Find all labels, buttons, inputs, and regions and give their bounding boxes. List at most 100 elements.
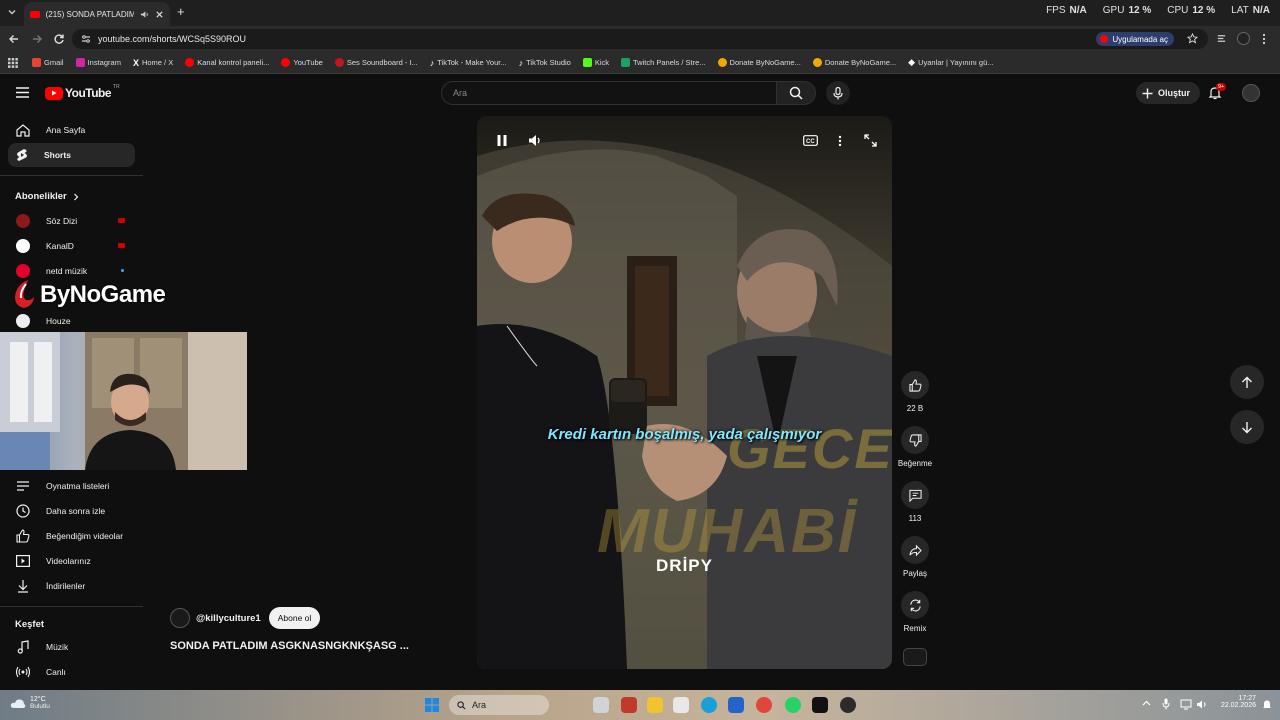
like-action[interactable]: 22 B: [900, 371, 930, 413]
taskbar-search[interactable]: Ara: [449, 695, 549, 715]
notepad-icon[interactable]: [673, 697, 689, 713]
notification-center-icon[interactable]: [1262, 699, 1272, 710]
sidebar-sub-soz-dizi[interactable]: Söz Dizi: [8, 209, 135, 233]
dislike-label: Beğenme: [897, 459, 933, 468]
previous-short-button[interactable]: [1230, 365, 1264, 399]
tab-list-chevron-icon[interactable]: [6, 6, 18, 18]
short-video-player[interactable]: GECE MUHABİ Kredi kartın boşalmış, yada …: [477, 116, 892, 669]
sidebar-item-live[interactable]: Canlı: [8, 660, 135, 684]
forward-icon[interactable]: [31, 33, 43, 45]
bookmark-alerts[interactable]: ◆ Uyanlar | Yayınını gü...: [902, 57, 999, 68]
comments-action[interactable]: 113: [900, 481, 930, 523]
tiktok-app-icon[interactable]: [812, 697, 828, 713]
chrome-icon[interactable]: [756, 697, 772, 713]
comments-button[interactable]: [901, 481, 929, 509]
bookmark-twitch-panels[interactable]: Twitch Panels / Stre...: [615, 58, 712, 67]
sidebar-item-your-videos[interactable]: Videolarınız: [8, 549, 135, 573]
bookmark-donate-1[interactable]: Donate ByNoGame...: [712, 58, 807, 67]
browser-menu-icon[interactable]: [1262, 33, 1266, 45]
mail-icon[interactable]: [728, 697, 744, 713]
subscribe-button[interactable]: Abone ol: [268, 607, 321, 629]
thumbs-up-icon: [908, 378, 922, 392]
channel-avatar[interactable]: [170, 608, 190, 628]
sidebar-item-home[interactable]: Ana Sayfa: [8, 118, 135, 142]
subscriptions-header[interactable]: Abonelikler: [15, 191, 79, 202]
speaker-icon[interactable]: [1196, 699, 1208, 710]
tab-audio-icon[interactable]: [140, 10, 149, 19]
address-bar[interactable]: youtube.com/shorts/WCSq5S90ROU Uygulamad…: [72, 29, 1208, 49]
shorts-icon: [16, 148, 28, 162]
tab-close-icon[interactable]: [155, 10, 164, 19]
pause-icon[interactable]: [496, 134, 508, 147]
youtube-logo[interactable]: YouTube TR: [45, 84, 120, 100]
sidebar-sub-kanald[interactable]: KanalD: [8, 234, 135, 258]
extensions-icon[interactable]: [1216, 33, 1227, 44]
tray-microphone-icon[interactable]: [1162, 698, 1170, 710]
sidebar-item-playlists[interactable]: Oynatma listeleri: [8, 474, 135, 498]
tray-chevron-icon[interactable]: [1142, 700, 1151, 706]
bookmark-kick[interactable]: Kick: [577, 58, 615, 67]
reload-icon[interactable]: [53, 33, 65, 45]
bookmark-channel-dashboard[interactable]: Kanal kontrol paneli...: [179, 58, 275, 67]
windows-start-icon[interactable]: [425, 698, 439, 712]
app-icon[interactable]: [621, 697, 637, 713]
like-button[interactable]: [901, 371, 929, 399]
edge-icon[interactable]: [701, 697, 717, 713]
sidebar-sub-houze[interactable]: Houze: [8, 309, 135, 333]
account-avatar[interactable]: [1242, 84, 1260, 102]
remix-button[interactable]: [901, 591, 929, 619]
weather-temp: 12°C: [30, 696, 46, 703]
create-button[interactable]: Oluştur: [1136, 82, 1201, 104]
next-short-button[interactable]: [1230, 410, 1264, 444]
channel-handle[interactable]: @killyculture1: [196, 613, 261, 624]
dislike-button[interactable]: [901, 426, 929, 454]
bookmark-tiktok[interactable]: ♪ TikTok - Make Your...: [424, 58, 513, 68]
captions-icon[interactable]: CC: [803, 135, 818, 146]
bookmark-tiktok-studio[interactable]: ♪ TikTok Studio: [513, 58, 577, 68]
sidebar-item-music[interactable]: Müzik: [8, 635, 135, 659]
live-indicator-icon: [118, 243, 125, 248]
search-button[interactable]: [776, 81, 816, 105]
site-info-icon[interactable]: [81, 34, 91, 44]
voice-search-button[interactable]: [826, 81, 850, 105]
whatsapp-icon[interactable]: [785, 697, 801, 713]
stat-gpu: GPU 12 %: [1102, 5, 1152, 16]
bookmark-gmail[interactable]: Gmail: [26, 58, 70, 67]
fullscreen-icon[interactable]: [864, 134, 877, 147]
obs-icon[interactable]: [840, 697, 856, 713]
tiktok-icon: ♪: [429, 57, 435, 68]
open-in-app-button[interactable]: Uygulamada aç: [1096, 32, 1174, 46]
bookmark-soundboard[interactable]: Ses Soundboard - I...: [329, 58, 424, 67]
sidebar-item-liked-videos[interactable]: Beğendiğim videolar: [8, 524, 135, 548]
hamburger-menu-icon[interactable]: [16, 87, 29, 98]
back-icon[interactable]: [8, 33, 20, 45]
bookmark-donate-2[interactable]: Donate ByNoGame...: [807, 58, 902, 67]
bookmark-youtube[interactable]: YouTube: [275, 58, 328, 67]
more-options-icon[interactable]: [838, 135, 842, 147]
network-icon[interactable]: [1180, 699, 1192, 710]
browser-tab-active[interactable]: (215) SONDA PATLADIM ASGKNASNGKNKŞASG: [24, 2, 170, 26]
profile-avatar[interactable]: [1237, 32, 1250, 45]
new-content-dot: [121, 269, 124, 272]
bookmark-instagram[interactable]: Instagram: [70, 58, 127, 67]
clock[interactable]: 17:27 22.02.2026: [1216, 695, 1256, 709]
bookmark-star-icon[interactable]: [1187, 33, 1198, 44]
notifications-bell-icon[interactable]: 9+: [1208, 83, 1227, 100]
short-title[interactable]: SONDA PATLADIM ASGKNASNGKNKŞASG ...: [170, 640, 409, 652]
sidebar-item-downloads[interactable]: İndirilenler: [8, 574, 135, 598]
bookmark-x[interactable]: X Home / X: [127, 58, 179, 68]
new-tab-button[interactable]: +: [177, 4, 185, 19]
dislike-action[interactable]: Beğenme: [898, 426, 932, 468]
search-input[interactable]: Ara: [441, 81, 777, 105]
sidebar-item-shorts[interactable]: Shorts: [8, 143, 135, 167]
share-action[interactable]: Paylaş: [900, 536, 930, 578]
remix-action[interactable]: Remix: [900, 591, 930, 633]
sound-source-thumbnail[interactable]: [903, 648, 927, 666]
file-explorer-icon[interactable]: [647, 697, 663, 713]
task-view-icon[interactable]: [593, 697, 609, 713]
volume-icon[interactable]: [528, 134, 543, 147]
sidebar-item-watch-later[interactable]: Daha sonra izle: [8, 499, 135, 523]
apps-grid-icon[interactable]: [8, 57, 18, 68]
weather-widget[interactable]: 12°C Bulutlu: [10, 696, 50, 710]
share-button[interactable]: [901, 536, 929, 564]
